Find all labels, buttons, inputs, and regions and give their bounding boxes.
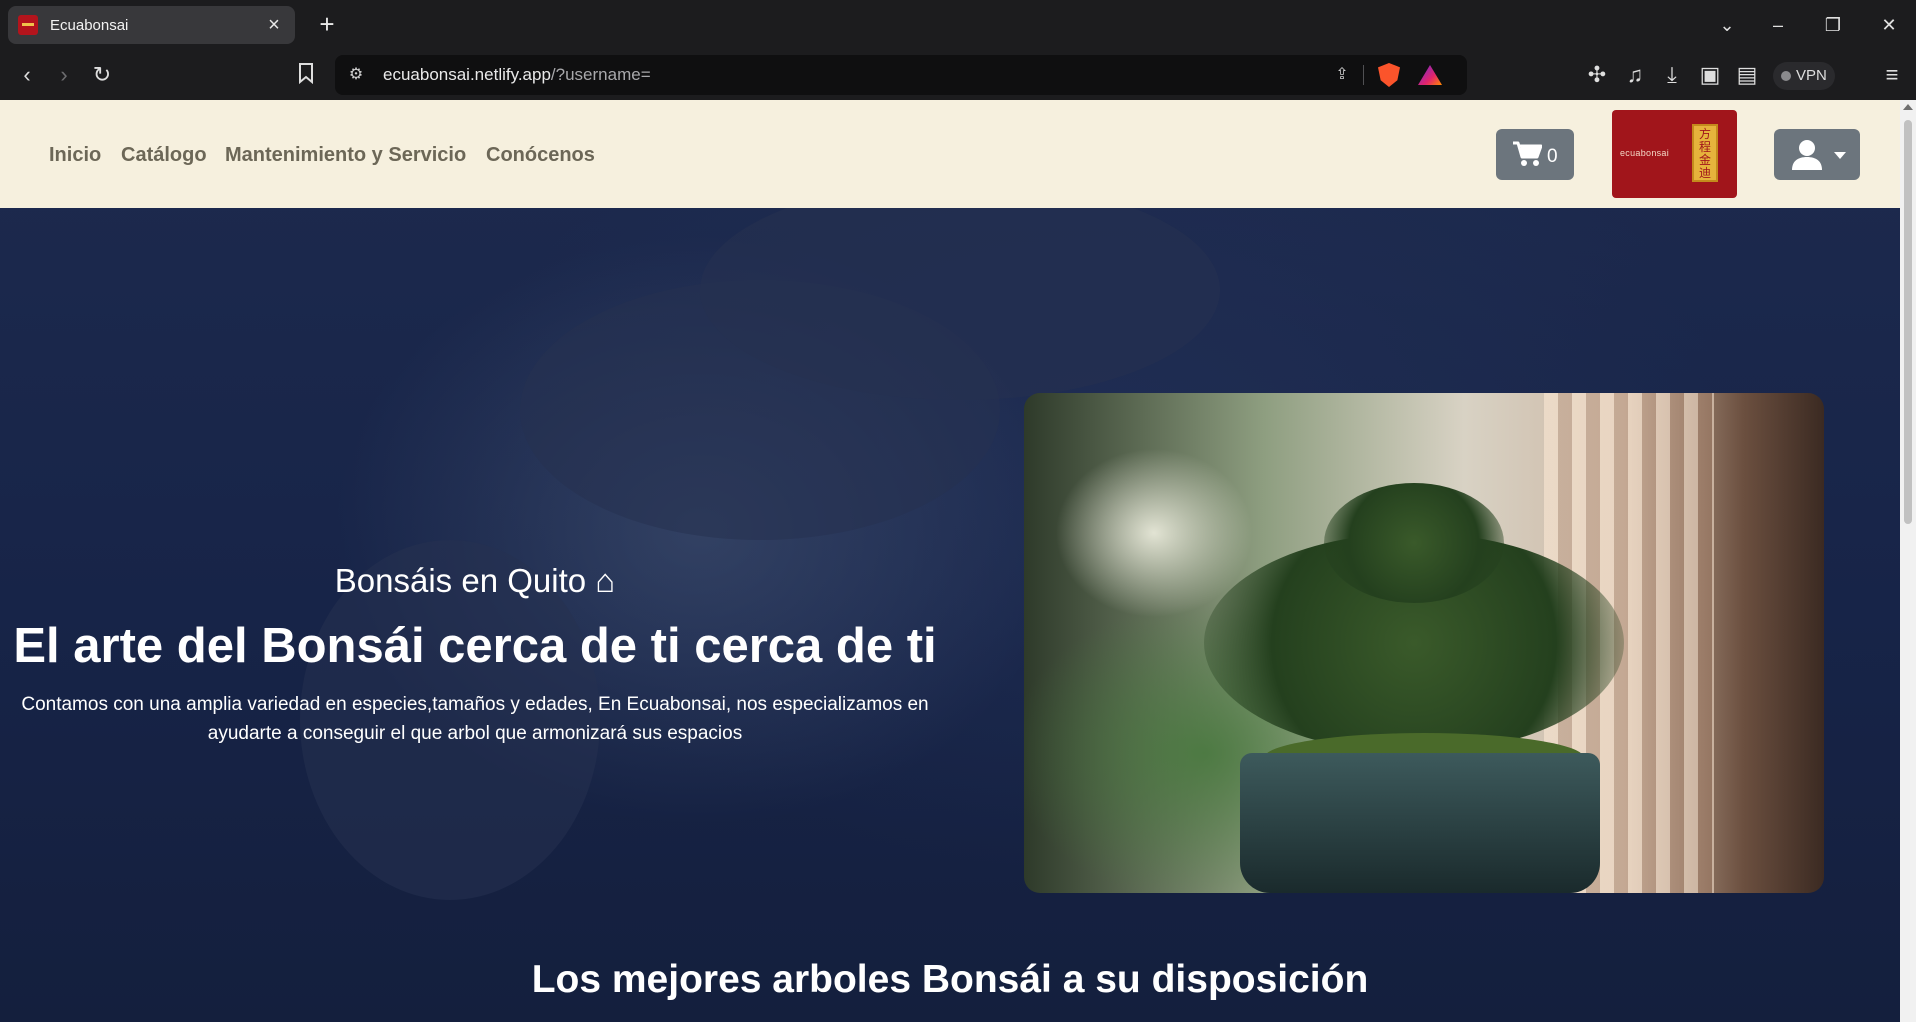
user-icon xyxy=(1792,140,1822,170)
hero-title: El arte del Bonsái cerca de ti cerca de … xyxy=(13,619,937,673)
photo-pot xyxy=(1240,753,1600,893)
tab-search-icon[interactable]: ⌄ xyxy=(1714,12,1740,38)
close-window-icon[interactable]: ✕ xyxy=(1876,12,1902,38)
new-tab-button[interactable]: + xyxy=(312,10,342,40)
nav-link-catalogo[interactable]: Catálogo xyxy=(121,144,207,167)
site-favicon-icon xyxy=(18,15,38,35)
caret-down-icon xyxy=(1834,152,1846,159)
vpn-status-icon xyxy=(1781,71,1791,81)
wallet-icon[interactable]: ▤ xyxy=(1733,62,1761,90)
nav-link-inicio[interactable]: Inicio xyxy=(49,144,101,167)
restore-icon[interactable]: ❐ xyxy=(1820,12,1846,38)
nav-link-conocenos[interactable]: Conócenos xyxy=(486,144,595,167)
bookmark-icon[interactable] xyxy=(292,62,320,90)
page-scrollbar[interactable] xyxy=(1900,100,1916,1022)
hero-description: Contamos con una amplia variedad en espe… xyxy=(21,694,929,744)
scroll-up-icon[interactable] xyxy=(1903,104,1913,110)
address-bar[interactable]: ⚙ ecuabonsai.netlify.app/?username= ⇪ xyxy=(335,55,1467,95)
nav-link-mantenimiento[interactable]: Mantenimiento y Servicio xyxy=(225,144,466,167)
browser-tab[interactable]: Ecuabonsai × xyxy=(8,6,295,44)
sidebar-icon[interactable]: ▣ xyxy=(1696,62,1724,90)
section-title: Los mejores arboles Bonsái a su disposic… xyxy=(531,958,1369,1001)
share-icon[interactable]: ⇪ xyxy=(1331,64,1353,86)
reload-icon[interactable]: ↻ xyxy=(88,62,116,90)
menu-icon[interactable]: ≡ xyxy=(1878,62,1906,90)
close-tab-icon[interactable]: × xyxy=(263,14,285,37)
bonsai-photo xyxy=(1024,393,1824,893)
url-text[interactable]: ecuabonsai.netlify.app/?username= xyxy=(383,65,651,85)
downloads-icon[interactable]: ⤓ xyxy=(1658,62,1686,90)
brave-rewards-icon[interactable] xyxy=(1418,65,1442,85)
omnibox-divider xyxy=(1363,65,1364,85)
back-icon[interactable]: ‹ xyxy=(13,62,41,90)
cart-button[interactable]: 0 xyxy=(1496,129,1574,180)
forward-icon[interactable]: › xyxy=(50,62,78,90)
background-tree-canopy xyxy=(700,180,1220,400)
minimize-icon[interactable]: – xyxy=(1765,12,1791,38)
scrollbar-thumb[interactable] xyxy=(1904,120,1912,524)
media-icon[interactable]: ♫ xyxy=(1621,62,1649,90)
brave-shields-icon[interactable] xyxy=(1378,63,1400,87)
logo-text: ecuabonsai xyxy=(1620,148,1670,158)
site-settings-icon[interactable]: ⚙ xyxy=(345,64,367,86)
user-menu-button[interactable] xyxy=(1774,129,1860,180)
browser-tab-bar: Ecuabonsai × + ⌄ – ❐ ✕ xyxy=(0,0,1916,50)
extensions-icon[interactable]: ✣ xyxy=(1583,62,1611,90)
logo-seal: 方程金迪 xyxy=(1692,124,1718,182)
photo-foliage xyxy=(1324,483,1504,603)
cart-count: 0 xyxy=(1547,146,1558,167)
shopping-cart-icon xyxy=(1513,141,1542,166)
site-navbar: Inicio Catálogo Mantenimiento y Servicio… xyxy=(0,100,1900,208)
vpn-button[interactable]: VPN xyxy=(1773,62,1835,90)
hero-subtitle: Bonsáis en Quito ⌂ xyxy=(334,562,616,599)
ecuabonsai-logo[interactable]: ecuabonsai 方程金迪 xyxy=(1612,110,1737,198)
tab-title: Ecuabonsai xyxy=(50,16,129,34)
web-page: Inicio Catálogo Mantenimiento y Servicio… xyxy=(0,100,1900,1022)
